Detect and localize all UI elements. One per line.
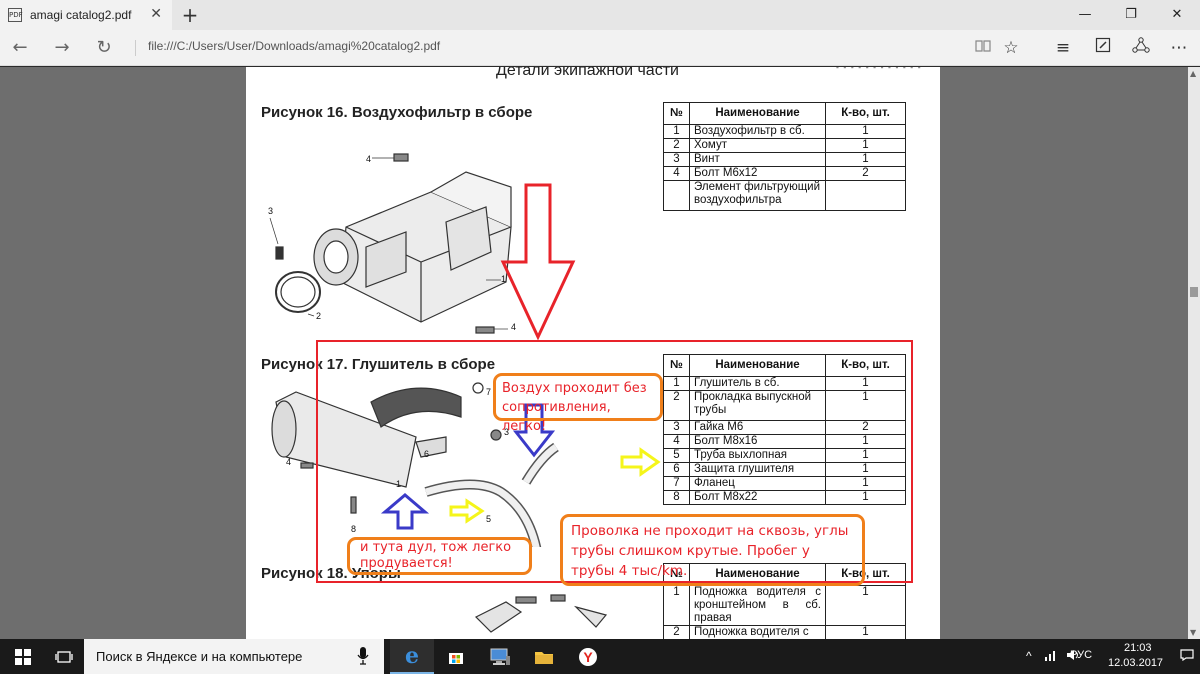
tab-close-icon[interactable]: ✕	[150, 6, 162, 22]
refresh-icon[interactable]: ↻	[90, 36, 118, 60]
taskbar-search-box[interactable]: Поиск в Яндексе и на компьютере	[84, 639, 384, 674]
yandex-browser-icon: Y	[579, 647, 597, 666]
microphone-icon[interactable]	[356, 646, 370, 666]
annotation-text: и тута дул, тож легко продувается!	[360, 540, 512, 571]
minimize-button[interactable]: —	[1062, 0, 1108, 30]
show-hidden-icons-icon[interactable]: ^	[1026, 649, 1032, 663]
favorite-star-icon[interactable]: ☆	[998, 36, 1024, 60]
svg-text:Y: Y	[583, 649, 593, 665]
annotation-text: Воздух проходит без сопротивления, легко…	[502, 381, 647, 434]
computer-icon	[490, 648, 510, 665]
taskbar-app-store[interactable]	[434, 639, 478, 674]
title-bar: PDF amagi catalog2.pdf ✕ + — ❐ ✕	[0, 0, 1200, 30]
yellow-right-arrow-icon	[449, 498, 485, 524]
task-view-button[interactable]	[46, 639, 82, 674]
address-separator	[135, 40, 136, 56]
search-placeholder: Поиск в Яндексе и на компьютере	[96, 649, 303, 664]
yellow-right-arrow-icon	[620, 447, 661, 477]
task-view-icon	[55, 650, 73, 663]
system-tray: ^ РУС 21:03 12.03.2017	[1020, 639, 1200, 674]
clock-time[interactable]: 21:03	[1124, 642, 1152, 654]
annotation-text: Проволка не проходит на сквозь, углы тру…	[571, 523, 849, 579]
share-icon[interactable]	[1128, 36, 1154, 60]
tab-title: amagi catalog2.pdf	[30, 8, 132, 22]
more-options-icon[interactable]: ⋯	[1166, 36, 1192, 60]
store-icon	[449, 652, 463, 664]
network-icon[interactable]	[1044, 649, 1058, 664]
red-down-arrow-icon	[500, 183, 576, 341]
restore-button[interactable]: ❐	[1108, 0, 1154, 30]
new-tab-button[interactable]: +	[178, 3, 202, 27]
taskbar-app-edge[interactable]: e	[390, 639, 434, 674]
annotation-bubble-wire: Проволка не проходит на сквозь, углы тру…	[560, 514, 865, 586]
forward-arrow-icon[interactable]: →	[48, 36, 76, 60]
taskbar: Поиск в Яндексе и на компьютере e Y ^ РУ…	[0, 639, 1200, 674]
web-note-icon[interactable]	[1090, 36, 1116, 60]
address-bar[interactable]: file:///C:/Users/User/Downloads/amagi%20…	[148, 39, 440, 53]
taskbar-app-file-explorer[interactable]	[522, 639, 566, 674]
annotation-bubble-air: Воздух проходит без сопротивления, легко…	[493, 373, 663, 434]
browser-tab[interactable]: PDF amagi catalog2.pdf ✕	[0, 0, 172, 30]
navigation-bar: ← → ↻ file:///C:/Users/User/Downloads/am…	[0, 30, 1200, 66]
language-indicator[interactable]: РУС	[1070, 649, 1092, 661]
pdf-viewport[interactable]: Детали экипажной части - - - - - - - - -…	[0, 67, 1200, 639]
back-arrow-icon[interactable]: ←	[6, 36, 34, 60]
screen: PDF amagi catalog2.pdf ✕ + — ❐ ✕ ← → ↻ f…	[0, 0, 1200, 674]
taskbar-app-yandex[interactable]: Y	[566, 639, 610, 674]
blue-up-arrow-icon	[380, 493, 430, 530]
pdf-file-icon: PDF	[8, 8, 23, 22]
reading-view-icon[interactable]	[970, 36, 996, 60]
folder-icon	[535, 651, 553, 664]
edge-icon: e	[405, 642, 419, 669]
notifications-icon[interactable]	[1180, 649, 1194, 664]
taskbar-app-computer[interactable]	[478, 639, 522, 674]
hub-icon[interactable]: ≡	[1050, 36, 1076, 60]
close-window-button[interactable]: ✕	[1154, 0, 1200, 30]
windows-logo-icon	[15, 648, 31, 665]
start-button[interactable]	[0, 639, 46, 674]
annotation-bubble-blow: и тута дул, тож легко продувается!	[347, 537, 532, 575]
clock-date[interactable]: 12.03.2017	[1108, 657, 1163, 669]
